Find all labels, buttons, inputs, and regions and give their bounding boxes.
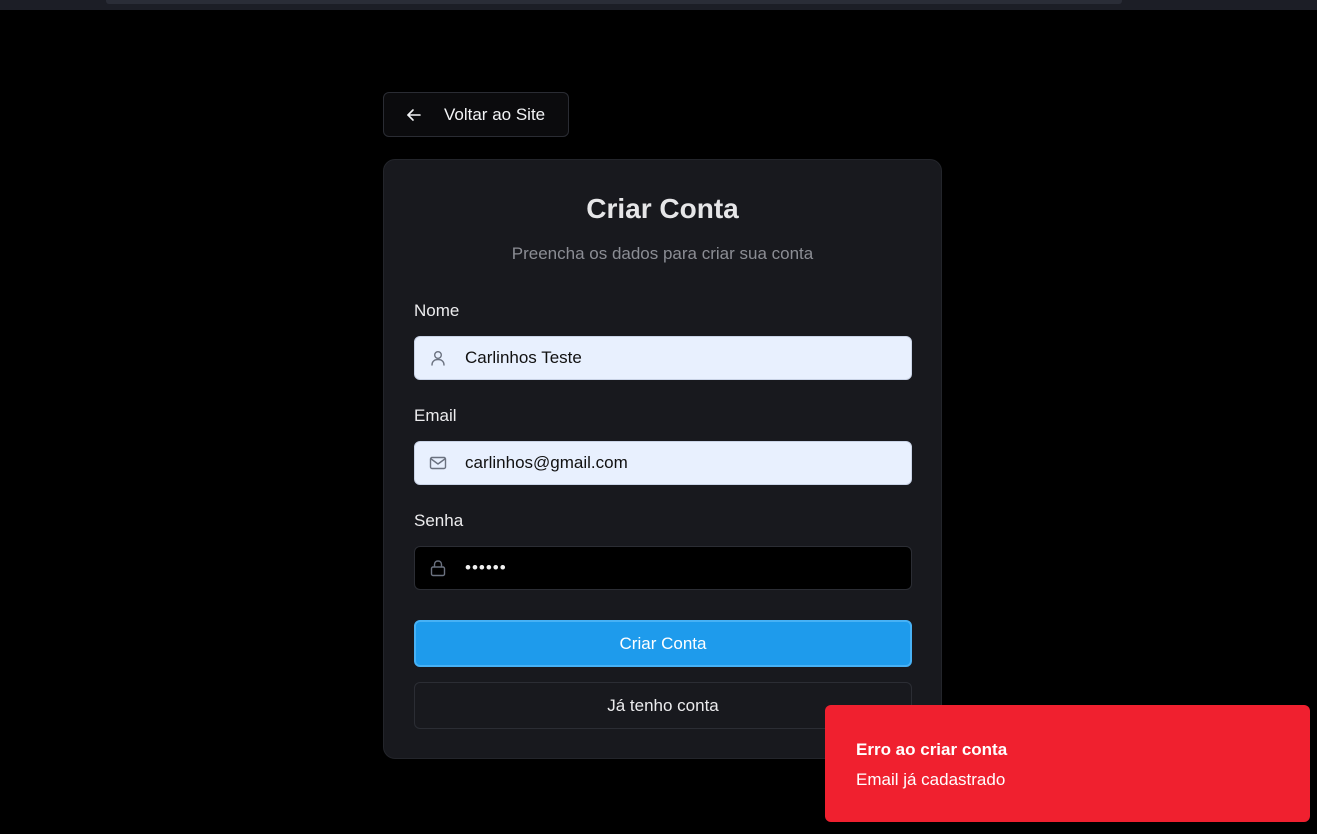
mail-icon <box>429 454 447 472</box>
top-bar-strip <box>106 0 1122 4</box>
arrow-left-icon <box>406 107 422 123</box>
user-icon <box>429 349 447 367</box>
password-label: Senha <box>414 511 464 530</box>
create-account-button[interactable]: Criar Conta <box>414 620 912 667</box>
email-input[interactable] <box>465 442 895 484</box>
name-input[interactable] <box>465 337 895 379</box>
toast-message: Email já cadastrado <box>856 770 1006 789</box>
back-to-site-button[interactable]: Voltar ao Site <box>383 92 569 137</box>
password-field[interactable] <box>414 546 912 590</box>
signup-card: Criar Conta Preencha os dados para criar… <box>383 159 942 759</box>
toast-title: Erro ao criar conta <box>856 740 1008 759</box>
email-label: Email <box>414 406 457 425</box>
browser-top-bar <box>0 0 1317 10</box>
name-field[interactable] <box>414 336 912 380</box>
lock-icon <box>429 559 447 577</box>
password-input[interactable] <box>465 547 895 589</box>
email-field[interactable] <box>414 441 912 485</box>
error-toast[interactable]: Erro ao criar conta Email já cadastrado <box>825 705 1310 822</box>
name-label: Nome <box>414 301 460 320</box>
back-to-site-label: Voltar ao Site <box>444 104 546 124</box>
page-title: Criar Conta <box>586 193 739 224</box>
page-subtitle: Preencha os dados para criar sua conta <box>511 244 814 263</box>
